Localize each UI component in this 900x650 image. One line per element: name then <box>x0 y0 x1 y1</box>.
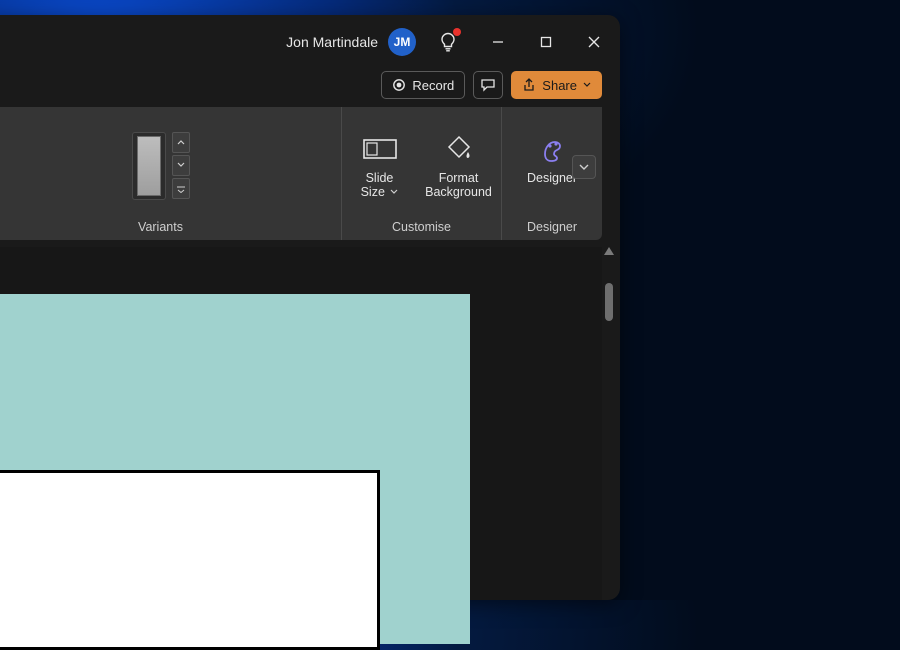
chevron-up-icon <box>177 139 185 145</box>
group-designer: Designer Designer <box>502 107 602 240</box>
designer-icon <box>537 135 567 163</box>
quick-row: Record Share <box>0 69 602 101</box>
group-label-designer: Designer <box>502 216 602 240</box>
format-background-icon <box>444 134 474 164</box>
gallery-scroll-up-button[interactable] <box>172 132 190 153</box>
record-label: Record <box>412 78 454 93</box>
scrollbar-thumb[interactable] <box>605 283 613 321</box>
record-button[interactable]: Record <box>381 71 465 99</box>
chevron-down-icon <box>177 162 185 168</box>
ribbon: Variants Slide Size <box>0 107 602 240</box>
title-bar: Jon Martindale JM <box>0 15 620 69</box>
scroll-up-arrow-icon <box>604 247 614 255</box>
variants-gallery[interactable] <box>132 132 166 200</box>
ribbon-collapse-button[interactable] <box>572 155 596 179</box>
comments-button[interactable] <box>473 71 503 99</box>
slide[interactable] <box>0 294 470 644</box>
variant-thumbnail[interactable] <box>137 136 161 196</box>
more-icon <box>176 185 186 193</box>
chevron-down-icon <box>390 189 398 195</box>
window-minimize-button[interactable] <box>474 22 522 62</box>
chevron-down-icon <box>579 163 589 171</box>
slide-size-icon <box>361 135 399 163</box>
user-avatar[interactable]: JM <box>388 28 416 56</box>
close-icon <box>588 36 600 48</box>
share-button[interactable]: Share <box>511 71 602 99</box>
group-label-customise: Customise <box>342 216 501 240</box>
minimize-icon <box>492 36 504 48</box>
maximize-icon <box>540 36 552 48</box>
format-background-button[interactable]: Format Background <box>419 125 499 207</box>
share-icon <box>522 78 536 92</box>
notification-dot-icon <box>453 28 461 36</box>
comment-icon <box>480 78 496 92</box>
powerpoint-window: Jon Martindale JM <box>0 15 620 600</box>
text-box[interactable] <box>0 470 380 650</box>
gallery-scroll-down-button[interactable] <box>172 155 190 176</box>
window-close-button[interactable] <box>570 22 618 62</box>
window-maximize-button[interactable] <box>522 22 570 62</box>
group-label-variants: Variants <box>0 216 341 240</box>
group-variants: Variants <box>0 107 342 240</box>
slide-canvas-area <box>0 247 602 600</box>
chevron-down-icon <box>583 82 591 88</box>
gallery-more-button[interactable] <box>172 178 190 199</box>
tips-button[interactable] <box>428 22 468 62</box>
slide-size-button[interactable]: Slide Size <box>345 125 415 207</box>
share-label: Share <box>542 78 577 93</box>
vertical-scrollbar[interactable] <box>603 247 615 592</box>
user-name-label: Jon Martindale <box>286 34 378 50</box>
group-customise: Slide Size Format Background <box>342 107 502 240</box>
record-icon <box>392 78 406 92</box>
